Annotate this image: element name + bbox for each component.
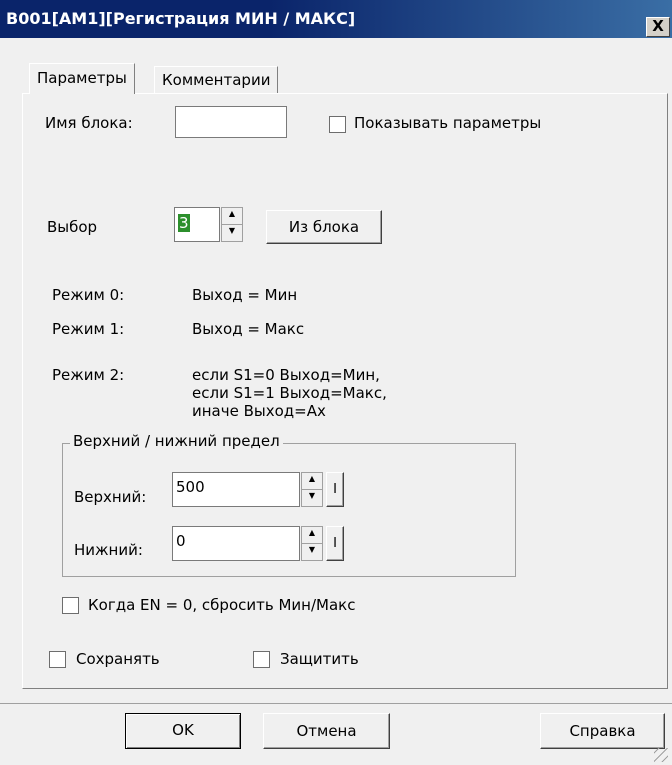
reset-checkbox[interactable] bbox=[62, 597, 79, 614]
spin-up-icon[interactable]: ▲ bbox=[302, 473, 322, 490]
select-label: Выбор bbox=[47, 218, 98, 236]
mode-1-text: Выход = Макс bbox=[192, 320, 305, 338]
lower-limit-value: 0 bbox=[176, 532, 186, 550]
select-value: 3 bbox=[178, 214, 190, 232]
spin-up-icon[interactable]: ▲ bbox=[222, 208, 242, 225]
window-title: B001[AM1][Регистрация МИН / МАКС] bbox=[6, 9, 356, 28]
upper-limit-ref-button[interactable]: I bbox=[326, 472, 344, 507]
lower-limit-label: Нижний: bbox=[74, 541, 143, 559]
protect-checkbox[interactable] bbox=[253, 651, 270, 668]
select-spinner[interactable]: ▲ ▼ bbox=[221, 207, 243, 242]
lower-limit-ref-button[interactable]: I bbox=[326, 526, 344, 561]
spin-down-icon[interactable]: ▼ bbox=[302, 544, 322, 561]
mode-2-label: Режим 2: bbox=[52, 366, 125, 384]
show-parameters-label: Показывать параметры bbox=[354, 114, 542, 132]
mode-0-text: Выход = Мин bbox=[192, 286, 298, 304]
resize-grip-icon[interactable] bbox=[654, 748, 668, 762]
mode-0-label: Режим 0: bbox=[52, 286, 125, 304]
spin-down-icon[interactable]: ▼ bbox=[222, 225, 242, 242]
mode-2-text-line3: иначе Выход=Ax bbox=[192, 402, 326, 420]
upper-limit-input[interactable]: 500 bbox=[172, 472, 300, 507]
retain-label: Сохранять bbox=[76, 650, 160, 668]
mode-2-text-line2: если S1=1 Выход=Макс, bbox=[192, 384, 387, 402]
protect-label: Защитить bbox=[280, 650, 359, 668]
spin-up-icon[interactable]: ▲ bbox=[302, 527, 322, 544]
close-button[interactable]: X bbox=[646, 17, 670, 37]
lower-limit-input[interactable]: 0 bbox=[172, 526, 300, 561]
upper-limit-label: Верхний: bbox=[74, 488, 147, 506]
reset-label: Когда EN = 0, сбросить Мин/Макс bbox=[88, 596, 356, 614]
retain-checkbox[interactable] bbox=[49, 651, 66, 668]
from-block-button[interactable]: Из блока bbox=[266, 210, 382, 244]
help-button[interactable]: Справка bbox=[540, 713, 665, 749]
spin-down-icon[interactable]: ▼ bbox=[302, 490, 322, 507]
limits-group-label: Верхний / нижний предел bbox=[70, 432, 283, 450]
upper-limit-value: 500 bbox=[176, 478, 205, 496]
upper-limit-spinner[interactable]: ▲ ▼ bbox=[301, 472, 323, 507]
select-input[interactable]: 3 bbox=[174, 207, 220, 242]
lower-limit-spinner[interactable]: ▲ ▼ bbox=[301, 526, 323, 561]
tab-parameters[interactable]: Параметры bbox=[29, 63, 135, 94]
mode-2-text-line1: если S1=0 Выход=Мин, bbox=[192, 366, 380, 384]
show-parameters-checkbox[interactable] bbox=[329, 116, 346, 133]
block-name-label: Имя блока: bbox=[45, 114, 133, 132]
footer-divider bbox=[0, 703, 672, 704]
block-name-input[interactable] bbox=[175, 106, 287, 138]
tab-comments[interactable]: Комментарии bbox=[154, 66, 279, 94]
mode-1-label: Режим 1: bbox=[52, 320, 125, 338]
close-icon: X bbox=[652, 17, 664, 35]
ok-button[interactable]: OK bbox=[125, 713, 241, 749]
cancel-button[interactable]: Отмена bbox=[263, 713, 390, 749]
